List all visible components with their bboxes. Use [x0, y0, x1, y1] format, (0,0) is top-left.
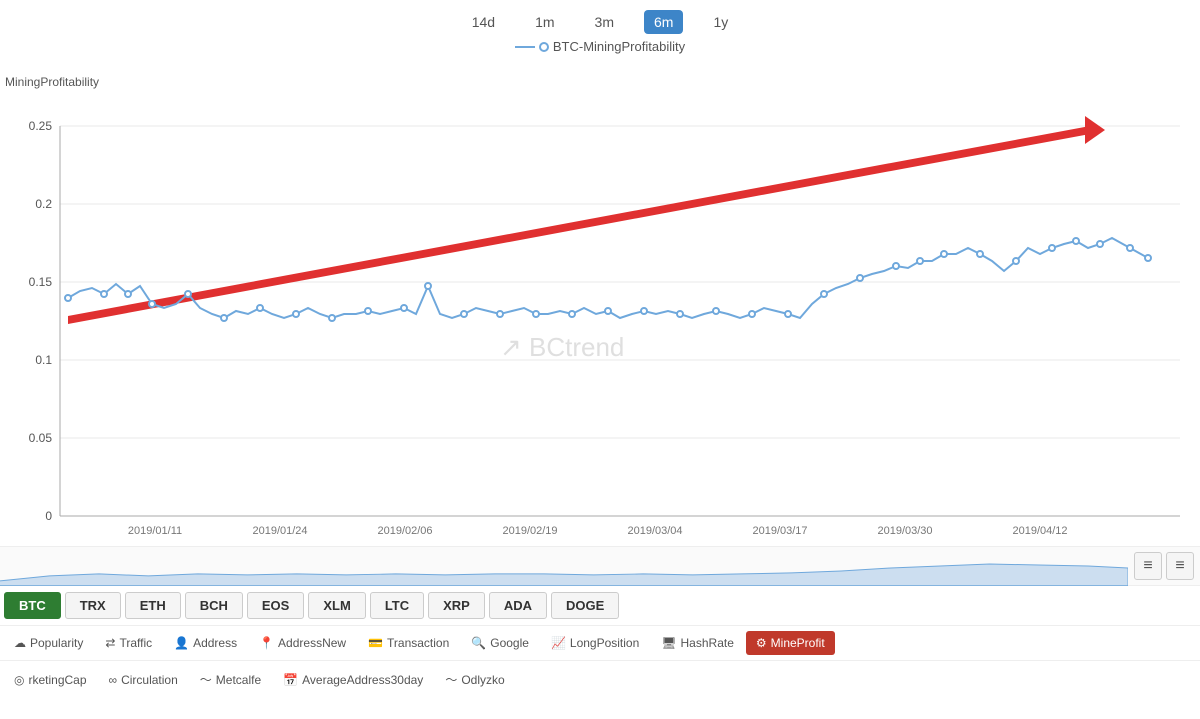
mineprofit-icon: ⚙: [756, 636, 767, 650]
hashrate-label: HashRate: [681, 636, 734, 650]
bottom-tabs: ◎ rketingCap ∞ Circulation 〜 Metcalfe 📅 …: [0, 661, 1200, 698]
address-icon: 👤: [174, 636, 189, 650]
popularity-label: Popularity: [30, 636, 83, 650]
time-btn-1m[interactable]: 1m: [525, 10, 564, 34]
metric-btn-longposition[interactable]: 📈 LongPosition: [541, 631, 649, 655]
addressnew-icon: 📍: [259, 636, 274, 650]
mini-line: [0, 564, 1128, 586]
traffic-icon: ⇄: [105, 636, 115, 650]
popularity-icon: ☁: [14, 636, 26, 650]
hashrate-icon: 🖥: [661, 636, 676, 650]
xtick-4: 2019/02/19: [502, 525, 557, 537]
xtick-3: 2019/02/06: [377, 525, 432, 537]
mineprofit-label: MineProfit: [771, 636, 825, 650]
ytick-015: 0.15: [29, 275, 53, 289]
time-controls: 14d 1m 3m 6m 1y: [0, 0, 1200, 39]
coin-btn-eos[interactable]: EOS: [247, 592, 304, 619]
odlyzko-icon: 〜: [445, 671, 457, 688]
coin-tabs: BTC TRX ETH BCH EOS XLM LTC XRP ADA DOGE: [0, 586, 1200, 626]
data-line: [68, 238, 1148, 318]
address-label: Address: [193, 636, 237, 650]
coin-btn-ada[interactable]: ADA: [489, 592, 547, 619]
metric-btn-hashrate[interactable]: 🖥 HashRate: [651, 631, 744, 655]
coin-btn-trx[interactable]: TRX: [65, 592, 121, 619]
chart-legend: BTC-MiningProfitability: [0, 39, 1200, 54]
xtick-6: 2019/03/17: [752, 525, 807, 537]
circulation-icon: ∞: [109, 673, 118, 687]
metric-btn-traffic[interactable]: ⇄ Traffic: [95, 631, 162, 655]
bottom-tab-marketingcap[interactable]: ◎ rketingCap: [4, 668, 97, 692]
avgaddress-icon: 📅: [283, 673, 298, 687]
metric-btn-addressnew[interactable]: 📍 AddressNew: [249, 631, 356, 655]
google-icon: 🔍: [471, 636, 486, 650]
time-btn-1y[interactable]: 1y: [703, 10, 738, 34]
ytick-0: 0: [45, 509, 52, 523]
metcalfe-label: Metcalfe: [216, 673, 261, 687]
avgaddress-label: AverageAddress30day: [302, 673, 423, 687]
transaction-icon: 💳: [368, 636, 383, 650]
marketingcap-label: rketingCap: [28, 673, 86, 687]
addressnew-label: AddressNew: [278, 636, 346, 650]
metcalfe-icon: 〜: [200, 671, 212, 688]
coin-btn-xlm[interactable]: XLM: [308, 592, 365, 619]
legend-circle: [539, 42, 549, 52]
transaction-label: Transaction: [387, 636, 449, 650]
mini-chart-row: ≡ ≡: [0, 546, 1200, 586]
marketingcap-icon: ◎: [14, 673, 24, 687]
bottom-tab-odlyzko[interactable]: 〜 Odlyzko: [435, 666, 514, 693]
ytick-020: 0.2: [35, 197, 52, 211]
metric-btn-google[interactable]: 🔍 Google: [461, 631, 539, 655]
chart-area: MiningProfitability 0.25 0.2 0.15 0.1 0.…: [0, 56, 1200, 546]
xtick-7: 2019/03/30: [877, 525, 932, 537]
xtick-1: 2019/01/11: [128, 525, 182, 537]
xtick-5: 2019/03/04: [627, 525, 682, 537]
mini-controls: ≡ ≡: [1128, 552, 1200, 580]
y-axis-label: MiningProfitability: [5, 75, 99, 89]
time-btn-6m[interactable]: 6m: [644, 10, 683, 34]
ytick-005: 0.05: [29, 431, 53, 445]
coin-btn-xrp[interactable]: XRP: [428, 592, 485, 619]
circulation-label: Circulation: [121, 673, 178, 687]
longposition-label: LongPosition: [570, 636, 639, 650]
time-btn-14d[interactable]: 14d: [462, 10, 505, 34]
bottom-tab-avgaddress[interactable]: 📅 AverageAddress30day: [273, 668, 433, 692]
data-points: [65, 238, 1151, 321]
chart-svg: MiningProfitability 0.25 0.2 0.15 0.1 0.…: [0, 56, 1200, 546]
longposition-icon: 📈: [551, 636, 566, 650]
mini-btn-2[interactable]: ≡: [1166, 552, 1194, 580]
legend-item-btc: BTC-MiningProfitability: [515, 39, 685, 54]
mini-btn-1[interactable]: ≡: [1134, 552, 1162, 580]
coin-btn-ltc[interactable]: LTC: [370, 592, 424, 619]
metric-btn-mineprofit[interactable]: ⚙ MineProfit: [746, 631, 835, 655]
xtick-2: 2019/01/24: [252, 525, 307, 537]
ytick-025: 0.25: [29, 119, 53, 133]
mini-chart-svg: [0, 546, 1128, 586]
metric-btn-transaction[interactable]: 💳 Transaction: [358, 631, 459, 655]
trend-arrowhead: [1085, 116, 1105, 144]
traffic-label: Traffic: [119, 636, 152, 650]
watermark-text: ↗ BCtrend: [500, 332, 624, 362]
coin-btn-doge[interactable]: DOGE: [551, 592, 619, 619]
coin-btn-bch[interactable]: BCH: [185, 592, 243, 619]
odlyzko-label: Odlyzko: [461, 673, 504, 687]
time-btn-3m[interactable]: 3m: [585, 10, 624, 34]
metric-btn-popularity[interactable]: ☁ Popularity: [4, 631, 93, 655]
xtick-8: 2019/04/12: [1012, 525, 1067, 537]
metric-btn-address[interactable]: 👤 Address: [164, 631, 247, 655]
ytick-010: 0.1: [35, 353, 52, 367]
coin-btn-btc[interactable]: BTC: [4, 592, 61, 619]
trend-arrow: [68, 126, 1100, 324]
bottom-tab-circulation[interactable]: ∞ Circulation: [99, 668, 188, 692]
legend-dash: [515, 46, 535, 48]
google-label: Google: [490, 636, 529, 650]
legend-label: BTC-MiningProfitability: [553, 39, 685, 54]
bottom-tab-metcalfe[interactable]: 〜 Metcalfe: [190, 666, 271, 693]
coin-btn-eth[interactable]: ETH: [125, 592, 181, 619]
metric-tabs: ☁ Popularity ⇄ Traffic 👤 Address 📍 Addre…: [0, 626, 1200, 661]
